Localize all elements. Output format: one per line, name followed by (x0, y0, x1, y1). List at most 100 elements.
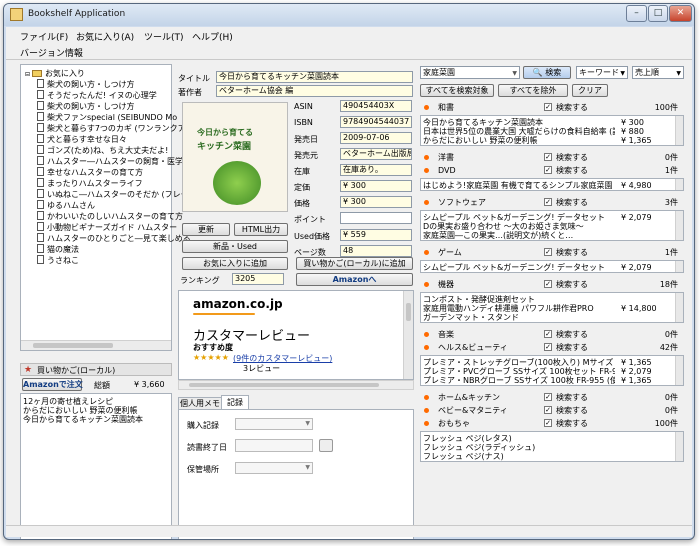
point-field[interactable] (340, 212, 412, 224)
menu-version[interactable]: バージョン情報 (20, 46, 83, 59)
search-checkbox[interactable]: ✓ (544, 406, 552, 414)
list-item[interactable]: 12ヶ月の寄せ植えレシピ (23, 397, 113, 406)
publisher-field[interactable]: ベターホーム出版局 (340, 148, 412, 160)
search-checkbox[interactable]: ✓ (544, 343, 552, 351)
list-item[interactable]: コンポスト・発酵促進剤セット (423, 295, 615, 304)
tree-item[interactable]: ハムスター―ハムスターの飼育・医学 (37, 156, 183, 167)
tree-item[interactable]: 柴犬ファンspecial (SEIBUNDO Mo (37, 112, 177, 123)
finish-date-field[interactable] (235, 439, 313, 452)
tab-record[interactable]: 記録 (221, 395, 249, 410)
category-list[interactable]: コンポスト・発酵促進剤セット 家庭用電動ハンディ耕運機 パワフル耕作君PRO ¥ 1… (420, 292, 684, 323)
list-scrollbar[interactable] (675, 116, 683, 145)
add-cart-button[interactable]: 買い物かご(ローカル)に追加 (296, 257, 413, 270)
tree-item[interactable]: 幸せなハムスターの育て方 (37, 167, 143, 178)
close-button[interactable]: ✕ (669, 5, 692, 22)
list-item[interactable]: 今日から育てるキッチン菜園読本 (423, 118, 615, 127)
title-field[interactable]: 今日から育てるキッチン菜園読本 (216, 71, 413, 83)
search-checkbox[interactable]: ✓ (544, 153, 552, 161)
list-item[interactable]: プレミア・ストレッチグローブ(100枚入り) Mサイズ (423, 358, 615, 367)
search-checkbox[interactable]: ✓ (544, 248, 552, 256)
search-button[interactable]: 🔍 検索 (523, 66, 571, 79)
search-checkbox[interactable]: ✓ (544, 419, 552, 427)
new-used-button[interactable]: 新品・Used (182, 240, 288, 253)
list-price-field[interactable]: ¥ 300 (340, 180, 412, 192)
storage-select[interactable]: ▼ (235, 462, 313, 474)
search-input[interactable]: 家庭菜園 ▼ (420, 66, 520, 79)
list-scrollbar[interactable] (675, 261, 683, 272)
maximize-button[interactable]: □ (648, 5, 668, 22)
category-list[interactable]: 今日から育てるキッチン菜園読本 ¥ 300 日本は世界5位の農業大国 大嘘だらけの食… (420, 115, 684, 146)
tree-item[interactable]: 犬と暮らす幸せな日々 (37, 134, 127, 145)
list-scrollbar[interactable] (675, 211, 683, 240)
list-item[interactable]: ガーデンマット・スタンド (423, 313, 615, 322)
minimize-button[interactable]: – (626, 5, 647, 22)
calendar-button[interactable] (319, 439, 333, 452)
isbn-field[interactable]: 9784904544037 (340, 116, 412, 128)
review-pane[interactable]: amazon.co.jp カスタマーレビュー おすすめ度 ★★★★★ (9件のカ… (178, 290, 414, 380)
used-price-field[interactable]: ¥ 559 (340, 229, 412, 241)
menu-favorites[interactable]: お気に入り(A) (76, 30, 134, 43)
list-item[interactable]: 家庭菜園―この果実…(説明文が)続くと… (423, 231, 615, 240)
date-field[interactable]: 2009-07-06 (340, 132, 412, 144)
tree-item[interactable]: 柴犬の飼い方・しつけ方 (37, 79, 135, 90)
list-scrollbar[interactable] (675, 179, 683, 190)
list-item[interactable]: 家庭用電動ハンディ耕運機 パワフル耕作君PRO (423, 304, 615, 313)
list-item[interactable]: フレッシュ ペジ(ラディッシュ) (423, 443, 615, 452)
review-scrollbar[interactable] (403, 291, 413, 379)
list-scrollbar[interactable] (675, 293, 683, 322)
amazon-order-button[interactable]: Amazonで注文 (22, 378, 83, 391)
search-checkbox[interactable]: ✓ (544, 393, 552, 401)
tree-item[interactable]: いぬねこ―ハムスターのそだか (フレー (37, 189, 189, 200)
list-item[interactable]: からだにおいしい 野菜の便利帳 (423, 136, 615, 145)
category-list[interactable]: プレミア・ストレッチグローブ(100枚入り) Mサイズ ¥ 1,365 プレミア・P… (420, 355, 684, 386)
tree-root[interactable]: ⊟ お気に入り (25, 68, 85, 79)
list-item[interactable]: からだにおいしい 野菜の便利帳 (23, 406, 138, 415)
purchase-select[interactable]: ▼ (235, 418, 313, 430)
list-item[interactable]: シムピープル ペット&ガーデニング! データセット (423, 213, 615, 222)
tree-item[interactable]: ゆるハムさん (37, 200, 95, 211)
list-item[interactable]: フレッシュ ペジ(ナス) (423, 452, 615, 461)
amazon-link-button[interactable]: Amazonへ (296, 273, 413, 286)
category-list[interactable]: はじめよう!家庭菜園 有機で育てるシンプル家庭菜園 [秋冬編]… ¥ 4,980 (420, 178, 684, 191)
rank-field[interactable]: 3205 (232, 273, 284, 285)
tree-item[interactable]: ハムスターのひとりごと―見て楽しめる (37, 233, 191, 244)
author-field[interactable]: ベターホーム協会 編 (216, 85, 413, 97)
pages-field[interactable]: 48 (340, 245, 412, 257)
favorites-tree[interactable]: ⊟ お気に入り 柴犬の飼い方・しつけ方 そうだったんだ! イヌの心理学 柴犬の飼い方… (20, 64, 191, 351)
sort-select[interactable]: 売上順 ▼ (632, 66, 684, 79)
search-checkbox[interactable]: ✓ (544, 280, 552, 288)
list-item[interactable]: フレッシュ ペジ(レタス) (423, 434, 615, 443)
html-export-button[interactable]: HTML出力 (234, 223, 288, 236)
category-list[interactable]: シムピープル ペット&ガーデニング! データセット ¥ 2,079 Dの果実お盛り合… (420, 210, 684, 241)
clear-button[interactable]: クリア (572, 84, 608, 97)
tree-item[interactable]: そうだったんだ! イヌの心理学 (37, 90, 157, 101)
add-favorite-button[interactable]: お気に入りに追加 (182, 257, 288, 270)
asin-field[interactable]: 490454403X (340, 100, 412, 112)
tree-item[interactable]: うさねこ (37, 255, 79, 266)
tree-item[interactable]: 小動物ビギナーズガイド ハムスター (37, 222, 177, 233)
menu-tools[interactable]: ツール(T) (144, 30, 184, 43)
list-item[interactable]: シムピープル ペット&ガーデニング! データセット (423, 263, 615, 272)
tree-item[interactable]: まったりハムスターライフ (37, 178, 143, 189)
list-item[interactable]: プレミア・NBRグローブ SSサイズ 100枚 FR-955 (使い捨て… (423, 376, 615, 385)
search-checkbox[interactable]: ✓ (544, 198, 552, 206)
list-scrollbar[interactable] (675, 356, 683, 385)
menu-file[interactable]: ファイル(F) (20, 30, 68, 43)
search-checkbox[interactable]: ✓ (544, 103, 552, 111)
tree-item[interactable]: 柴犬の飼い方・しつけ方 (37, 101, 135, 112)
list-item[interactable]: 日本は世界5位の農業大国 大嘘だらけの食料自給率 (講… (423, 127, 615, 136)
list-scrollbar[interactable] (675, 432, 683, 461)
search-checkbox[interactable]: ✓ (544, 330, 552, 338)
list-item[interactable]: プレミア・PVCグローブ SSサイズ 100枚セット FR-950 (使… (423, 367, 615, 376)
stock-field[interactable]: 在庫あり。 (340, 164, 412, 176)
list-item[interactable]: 今日から育てるキッチン菜園読本 (23, 415, 143, 424)
review-hscrollbar[interactable] (178, 380, 414, 390)
tree-item[interactable]: 柴犬と暮らす7つのカギ (ワンランクア (37, 123, 186, 134)
search-checkbox[interactable]: ✓ (544, 166, 552, 174)
search-mode-select[interactable]: キーワード ▼ (576, 66, 628, 79)
cart-list[interactable]: 12ヶ月の寄せ植えレシピ からだにおいしい 野菜の便利帳 今日から育てるキッチン… (20, 393, 172, 539)
category-list[interactable]: フレッシュ ペジ(レタス) フレッシュ ペジ(ラディッシュ) フレッシュ ペジ(ナス… (420, 431, 684, 462)
update-button[interactable]: 更新 (182, 223, 230, 236)
tree-item[interactable]: かわいいたのしいハムスターの育て方 (37, 211, 183, 222)
menu-help[interactable]: ヘルプ(H) (192, 30, 233, 43)
